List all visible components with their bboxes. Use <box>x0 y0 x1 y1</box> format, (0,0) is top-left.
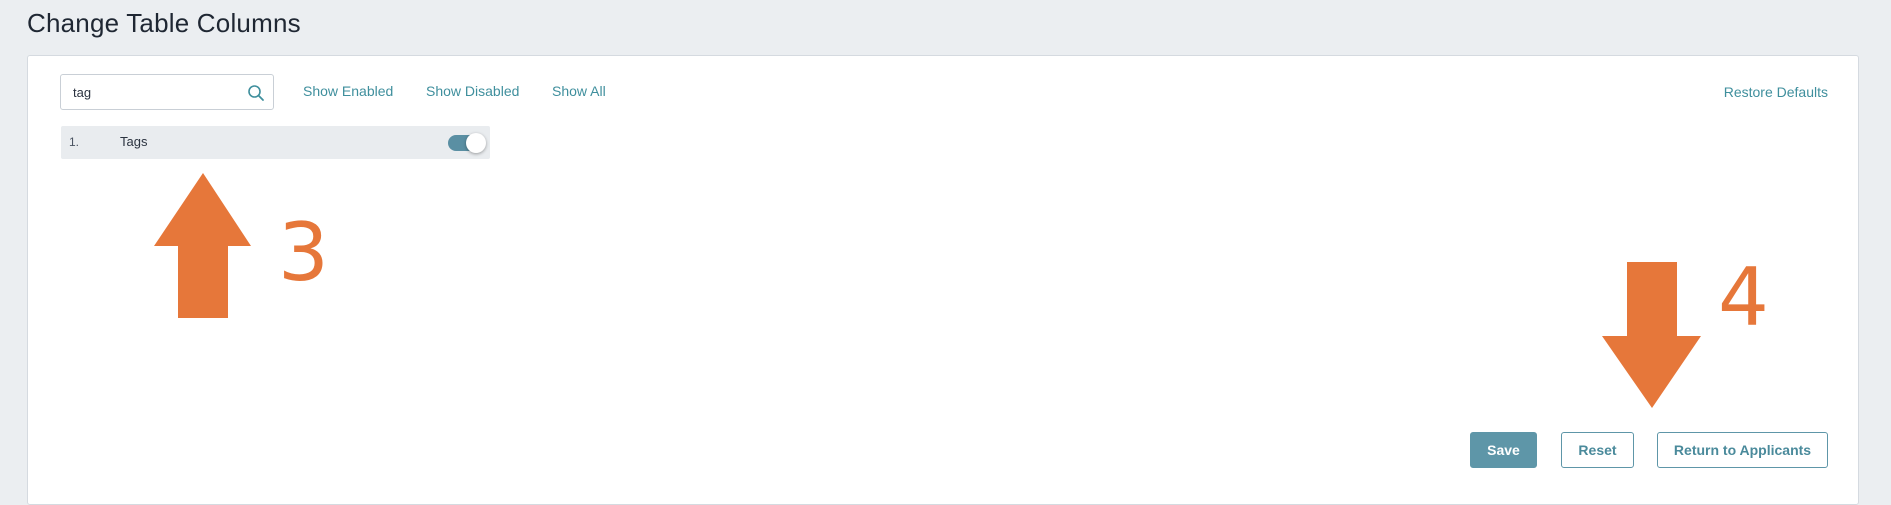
page-title: Change Table Columns <box>27 8 301 38</box>
row-label: Tags <box>120 134 148 149</box>
reset-button[interactable]: Reset <box>1561 432 1634 468</box>
search-input[interactable] <box>61 75 241 109</box>
save-button[interactable]: Save <box>1470 432 1537 468</box>
restore-defaults-link[interactable]: Restore Defaults <box>1724 84 1828 100</box>
show-disabled-link[interactable]: Show Disabled <box>426 83 519 99</box>
list-item: 1. Tags <box>61 126 490 159</box>
show-enabled-link[interactable]: Show Enabled <box>303 83 393 99</box>
return-to-applicants-button[interactable]: Return to Applicants <box>1657 432 1828 468</box>
annotation-step-3: 3 <box>278 206 329 299</box>
toggle-knob <box>466 133 486 153</box>
row-index: 1. <box>69 135 80 149</box>
column-toggle[interactable] <box>448 133 486 153</box>
show-all-link[interactable]: Show All <box>552 83 606 99</box>
search-icon[interactable] <box>247 84 265 102</box>
annotation-step-4: 4 <box>1718 251 1769 344</box>
search-box[interactable] <box>60 74 274 110</box>
